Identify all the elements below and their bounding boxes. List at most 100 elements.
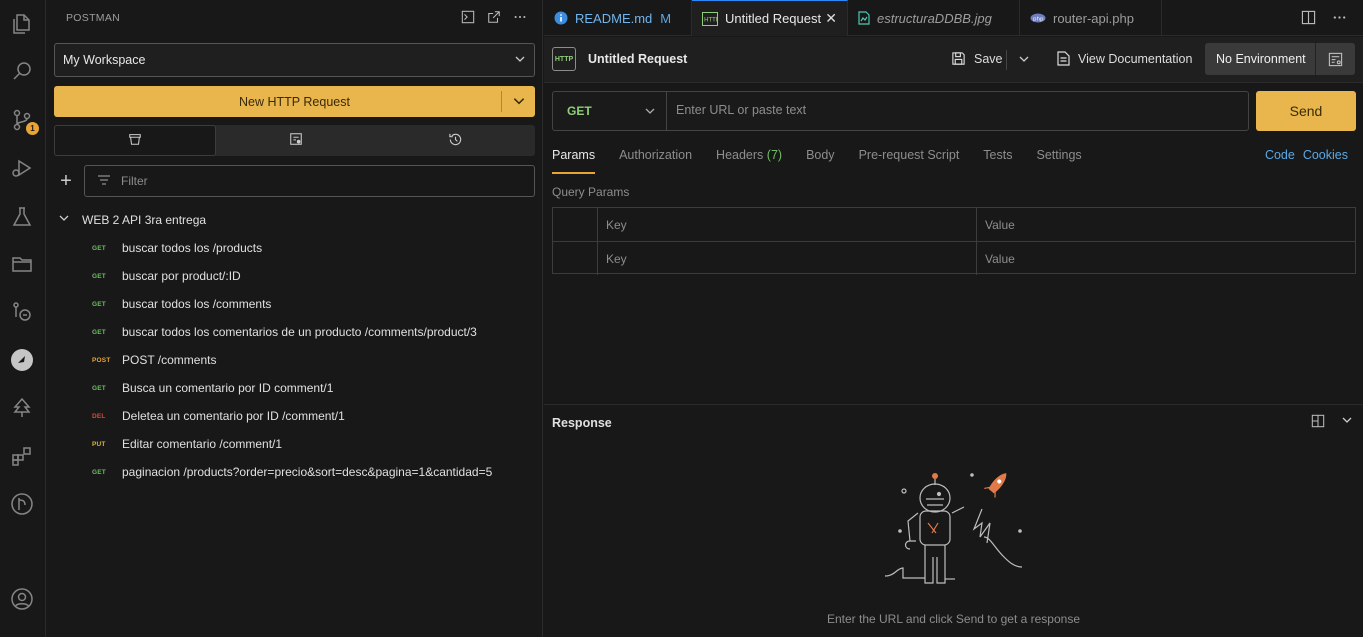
tab-authorization[interactable]: Authorization: [619, 148, 692, 174]
request-name: buscar todos los comentarios de un produ…: [122, 325, 477, 339]
workspace-select[interactable]: My Workspace: [54, 43, 535, 77]
svg-text:php: php: [1033, 17, 1044, 23]
value-input[interactable]: Value: [977, 242, 1355, 275]
php-icon: php: [1030, 13, 1046, 23]
tab-collections[interactable]: [54, 125, 216, 156]
document-icon: [1057, 51, 1070, 66]
method-badge: GET: [92, 244, 106, 252]
chevron-down-icon[interactable]: [512, 94, 526, 111]
git-graph-icon[interactable]: [9, 491, 35, 517]
environment-select[interactable]: No Environment: [1205, 43, 1355, 75]
url-bar: GET Enter URL or paste text: [552, 91, 1249, 131]
list-item[interactable]: GET paginacion /products?order=precio&sor…: [92, 458, 532, 486]
tab-router-api[interactable]: php router-api.php: [1020, 0, 1162, 36]
chevron-down-icon[interactable]: [1341, 414, 1353, 431]
close-icon[interactable]: ✕: [825, 10, 837, 27]
method-badge: POST: [92, 356, 111, 364]
list-item[interactable]: POST POST /comments: [92, 346, 532, 374]
remote-icon[interactable]: [9, 299, 35, 325]
request-name: buscar todos los /products: [122, 241, 263, 255]
request-title[interactable]: Untitled Request: [588, 52, 687, 66]
query-params-label: Query Params: [552, 185, 630, 199]
terminal-icon[interactable]: [460, 9, 476, 25]
request-name: Deletea un comentario por ID /comment/1: [122, 409, 345, 423]
account-icon[interactable]: [9, 586, 35, 612]
tab-params[interactable]: Params: [552, 148, 596, 174]
request-links: Code Cookies: [1265, 148, 1348, 162]
more-icon[interactable]: [512, 9, 528, 25]
key-input[interactable]: Key: [598, 242, 977, 275]
query-params-table: Key Value Key Value: [552, 207, 1356, 275]
tab-label: README.md: [575, 10, 653, 26]
new-http-request-button[interactable]: New HTTP Request: [54, 86, 535, 117]
list-item[interactable]: GET buscar todos los comentarios de un pr…: [92, 318, 532, 346]
flask-icon[interactable]: [9, 204, 35, 230]
response-title: Response: [552, 416, 612, 430]
chevron-down-icon: [644, 105, 656, 120]
tab-label: Pre-request Script: [858, 148, 960, 162]
filter-input[interactable]: Filter: [84, 165, 535, 197]
tab-untitled-request[interactable]: HTTP Untitled Request ✕: [692, 0, 848, 36]
request-name: Busca un comentario por ID comment/1: [122, 381, 334, 395]
extensions-icon[interactable]: [9, 443, 35, 469]
tab-body[interactable]: Body: [806, 148, 835, 174]
tab-headers[interactable]: Headers (7): [716, 148, 782, 174]
list-item[interactable]: GET buscar por product/:ID: [92, 262, 532, 290]
method-badge: GET: [92, 272, 106, 280]
new-request-label: New HTTP Request: [239, 94, 350, 109]
request-name: buscar por product/:ID: [122, 269, 241, 283]
tab-settings[interactable]: Settings: [1036, 148, 1081, 174]
tab-pre-request-script[interactable]: Pre-request Script: [859, 148, 960, 174]
view-documentation-button[interactable]: View Documentation: [1057, 51, 1192, 66]
tab-label: Headers: [716, 148, 764, 162]
activity-bar: 1: [0, 0, 46, 637]
layout-toggle-icon[interactable]: [1311, 414, 1325, 431]
modified-indicator: M: [660, 10, 672, 26]
list-item[interactable]: DEL Deletea un comentario por ID /comment…: [92, 402, 532, 430]
list-item[interactable]: GET buscar todos los /comments: [92, 290, 532, 318]
save-button[interactable]: Save: [951, 51, 1003, 66]
tab-history[interactable]: [375, 125, 535, 156]
method-select[interactable]: GET: [553, 92, 667, 130]
tab-tests[interactable]: Tests: [983, 148, 1012, 174]
send-button[interactable]: Send: [1256, 91, 1356, 131]
tab-label: router-api.php: [1053, 10, 1134, 26]
editor-tab-bar: README.md M HTTP Untitled Request ✕ estr…: [544, 0, 1363, 36]
more-icon[interactable]: [1332, 10, 1347, 28]
collection-header[interactable]: WEB 2 API 3ra entrega: [58, 212, 206, 227]
tree-icon[interactable]: [9, 395, 35, 421]
explorer-icon[interactable]: [9, 11, 35, 37]
chevron-down-icon[interactable]: [1018, 53, 1030, 68]
response-actions: [1311, 414, 1353, 431]
url-input[interactable]: Enter URL or paste text: [676, 103, 806, 117]
checkbox-cell[interactable]: [553, 242, 598, 275]
add-icon[interactable]: +: [57, 171, 75, 191]
value-header: Value: [985, 217, 1015, 232]
tab-environments[interactable]: [216, 125, 376, 156]
tab-readme[interactable]: README.md M: [544, 0, 692, 36]
split-editor-icon[interactable]: [1301, 10, 1316, 28]
history-icon: [448, 132, 463, 150]
list-item[interactable]: GET buscar todos los /products: [92, 234, 532, 262]
tab-estructura-ddbb[interactable]: estructuraDDBB.jpg: [848, 0, 1020, 36]
method-badge: DEL: [92, 412, 106, 420]
open-new-icon[interactable]: [486, 9, 502, 25]
cookies-link[interactable]: Cookies: [1303, 148, 1348, 162]
search-icon[interactable]: [9, 58, 35, 84]
sidebar-actions: [460, 9, 528, 25]
list-item[interactable]: GET Busca un comentario por ID comment/1: [92, 374, 532, 402]
folder-icon[interactable]: [9, 251, 35, 277]
list-item[interactable]: PUT Editar comentario /comment/1: [92, 430, 532, 458]
run-debug-icon[interactable]: [9, 155, 35, 181]
sidebar-title: POSTMAN: [66, 12, 121, 24]
method-badge: GET: [92, 300, 106, 308]
tab-label: Untitled Request: [725, 11, 822, 26]
environment-settings-icon[interactable]: [1316, 52, 1355, 67]
collections-icon: [128, 132, 142, 149]
method-label: GET: [567, 104, 592, 118]
request-name: POST /comments: [122, 353, 217, 367]
save-label: Save: [974, 51, 1003, 66]
code-link[interactable]: Code: [1265, 148, 1295, 162]
http-badge-icon: HTTP: [552, 47, 576, 71]
postman-icon[interactable]: [9, 347, 35, 373]
